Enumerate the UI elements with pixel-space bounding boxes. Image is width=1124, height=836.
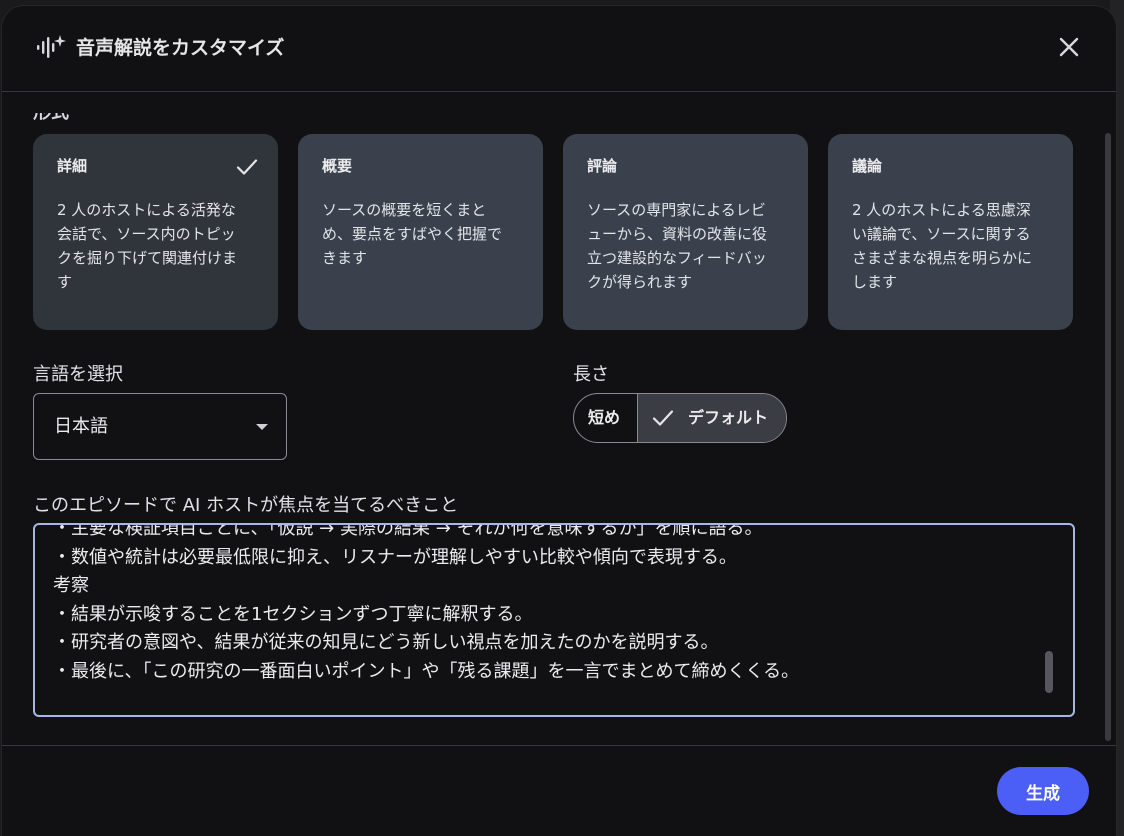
focus-text: ・主要な検証項目ごとに、「仮説 → 実際の結果 → それが何を意味するか」を順に… bbox=[53, 523, 800, 682]
format-card-title: 議論 bbox=[852, 157, 883, 175]
length-segmented-control: 短め デフォルト bbox=[573, 393, 787, 443]
check-icon bbox=[236, 159, 258, 175]
format-card-description: ソースの専門家によるレビ ューから、資料の改善に役 立つ建設的なフィードバッ ク… bbox=[587, 201, 768, 291]
caret-down-icon bbox=[256, 424, 268, 430]
customize-audio-dialog: 音声解説をカスタマイズ 形式 詳細 2 人のホストによる活発な 会話で、ソース内… bbox=[2, 6, 1116, 836]
generate-button[interactable]: 生成 bbox=[997, 767, 1089, 815]
format-card-title: 詳細 bbox=[57, 157, 88, 175]
length-option-short[interactable]: 短め bbox=[574, 394, 638, 442]
format-card-debate[interactable]: 議論 2 人のホストによる思慮深 い議論で、ソースに関する さまざまな視点を明ら… bbox=[828, 134, 1073, 330]
focus-textarea[interactable]: ・主要な検証項目ごとに、「仮説 → 実際の結果 → それが何を意味するか」を順に… bbox=[33, 523, 1075, 717]
language-value: 日本語 bbox=[54, 416, 108, 437]
length-option-default[interactable]: デフォルト bbox=[638, 394, 786, 442]
audio-sparkle-icon bbox=[37, 35, 66, 58]
format-label: 形式 bbox=[33, 102, 69, 123]
textarea-scrollbar[interactable] bbox=[1045, 651, 1053, 693]
format-card-title: 評論 bbox=[587, 157, 618, 175]
dialog-scrollbar[interactable] bbox=[1105, 133, 1111, 741]
format-card-description: ソースの概要を短くまと め、要点をすばやく把握で きます bbox=[322, 201, 503, 267]
dialog-content: 形式 詳細 2 人のホストによる活発な 会話で、ソース内のトピッ クを掘り下げて… bbox=[2, 93, 1116, 744]
format-card-title: 概要 bbox=[322, 157, 353, 175]
focus-label: このエピソードで AI ホストが焦点を当てるべきこと bbox=[33, 495, 459, 516]
format-card-description: 2 人のホストによる思慮深 い議論で、ソースに関する さまざまな視点を明らかに … bbox=[852, 201, 1033, 291]
format-card-detail[interactable]: 詳細 2 人のホストによる活発な 会話で、ソース内のトピッ クを掘り下げて関連付… bbox=[33, 134, 278, 330]
length-label: 長さ bbox=[573, 364, 609, 385]
format-card-critique[interactable]: 評論 ソースの専門家によるレビ ューから、資料の改善に役 立つ建設的なフィードバ… bbox=[563, 134, 808, 330]
dialog-footer: 生成 bbox=[2, 745, 1116, 836]
language-select[interactable]: 日本語 bbox=[33, 393, 287, 460]
format-card-description: 2 人のホストによる活発な 会話で、ソース内のトピッ クを掘り下げて関連付けま … bbox=[57, 201, 238, 291]
dialog-title: 音声解説をカスタマイズ bbox=[76, 37, 285, 59]
dialog-header: 音声解説をカスタマイズ bbox=[2, 6, 1116, 92]
language-label: 言語を選択 bbox=[33, 364, 123, 385]
close-icon[interactable] bbox=[1054, 32, 1084, 62]
format-card-summary[interactable]: 概要 ソースの概要を短くまと め、要点をすばやく把握で きます bbox=[298, 134, 543, 330]
check-icon bbox=[652, 410, 674, 426]
